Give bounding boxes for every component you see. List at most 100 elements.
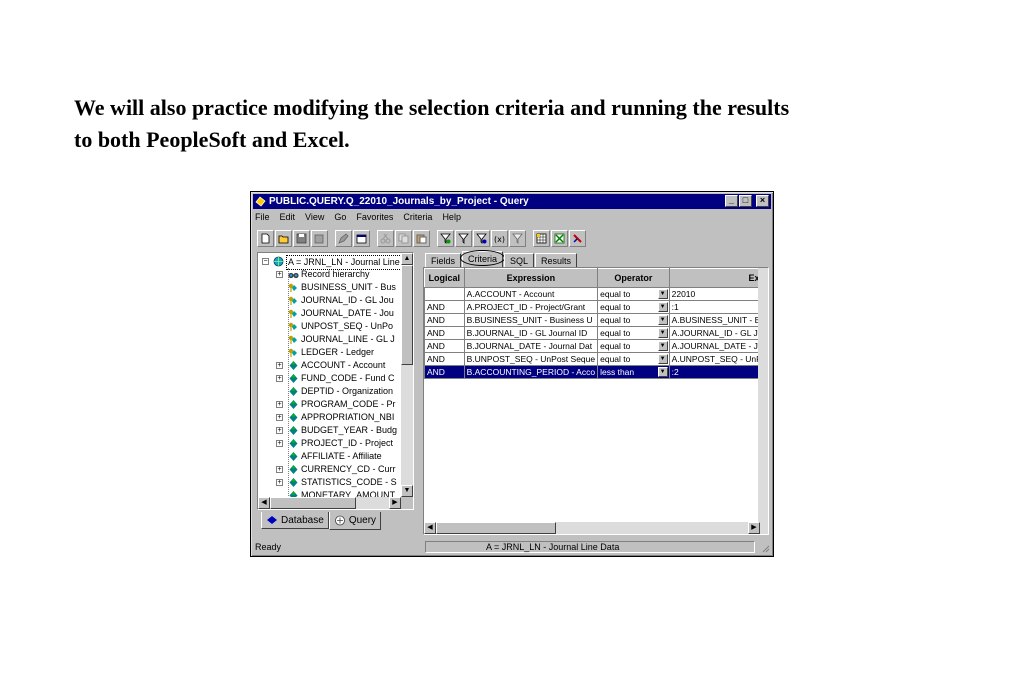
operator-dropdown-button[interactable]: ▼ [657, 315, 668, 325]
expression-cell[interactable]: B.JOURNAL_ID - GL Journal ID [463, 326, 599, 340]
operator-cell[interactable]: equal to ▼ [597, 352, 670, 366]
operator-cell[interactable]: less than ▼ [597, 365, 670, 379]
operator-cell[interactable]: equal to ▼ [597, 300, 670, 314]
operator-dropdown-button[interactable]: ▼ [657, 289, 668, 299]
tab-database[interactable]: Database [261, 512, 329, 529]
criteria-edit-button[interactable] [473, 229, 490, 247]
tree-scroll-thumb[interactable] [401, 265, 413, 365]
expression-cell[interactable]: B.UNPOST_SEQ - UnPost Seque [463, 352, 599, 366]
rename-button[interactable] [335, 229, 352, 247]
properties-button[interactable] [353, 229, 370, 247]
tab-results[interactable]: Results [535, 253, 578, 268]
tree-scroll-down-arrow[interactable]: ▼ [401, 485, 413, 497]
operator-dropdown-button[interactable]: ▼ [657, 367, 668, 377]
paste-button[interactable] [413, 229, 430, 247]
tree-expand-toggle[interactable]: + [276, 479, 283, 486]
tree-horizontal-scrollbar[interactable]: ◀ ▶ [258, 497, 401, 509]
criteria-row[interactable]: AND B.BUSINESS_UNIT - Business Uequal to ▼… [424, 313, 768, 327]
having-button[interactable] [509, 229, 526, 247]
expression-2-cell[interactable]: A.UNPOST_SEQ - UnP [668, 352, 768, 366]
criteria-button[interactable] [455, 229, 472, 247]
tree-expand-toggle[interactable]: + [276, 375, 283, 382]
grid-vertical-scrollbar[interactable] [758, 268, 768, 522]
minimize-button[interactable]: _ [725, 195, 738, 207]
tree-hscroll-thumb[interactable] [270, 497, 356, 509]
save-button[interactable] [293, 229, 310, 247]
tab-fields[interactable]: Fields [425, 253, 462, 268]
grid-scroll-right-arrow[interactable]: ▶ [748, 522, 760, 534]
menu-go[interactable]: Go [334, 210, 346, 224]
copy-button[interactable] [395, 229, 412, 247]
run-button[interactable] [533, 229, 550, 247]
tree-expand-toggle[interactable]: + [276, 466, 283, 473]
tree-expand-toggle[interactable]: + [276, 362, 283, 369]
logical-cell[interactable]: AND [424, 365, 465, 379]
logical-cell[interactable]: AND [424, 326, 465, 340]
tree-expand-toggle[interactable]: + [276, 414, 283, 421]
expression-2-cell[interactable]: 22010 [668, 287, 768, 301]
operator-dropdown-button[interactable]: ▼ [657, 328, 668, 338]
criteria-row[interactable]: AND B.ACCOUNTING_PERIOD - Acco less than ▼:… [424, 365, 768, 379]
operator-dropdown-button[interactable]: ▼ [657, 302, 668, 312]
tree-scroll-left-arrow[interactable]: ◀ [258, 497, 270, 509]
expression-cell[interactable]: A.ACCOUNT - Account [463, 287, 599, 301]
title-bar[interactable]: PUBLIC.QUERY.Q_22010_Journals_by_Project… [253, 194, 771, 209]
logical-cell[interactable]: AND [424, 300, 465, 314]
operator-cell[interactable]: equal to ▼ [597, 339, 670, 353]
maximize-button[interactable]: □ [739, 195, 752, 207]
resize-grip-icon[interactable] [760, 543, 770, 553]
grid-scroll-left-arrow[interactable]: ◀ [424, 522, 436, 534]
tree-expand-toggle[interactable]: + [276, 401, 283, 408]
record-tree[interactable]: − A = JRNL_LN - Journal Line + Record hie… [258, 253, 401, 497]
expression-cell[interactable]: B.ACCOUNTING_PERIOD - Acco [463, 365, 599, 379]
grid-horizontal-scrollbar[interactable]: ◀ ▶ [424, 522, 768, 534]
criteria-row[interactable]: AND A.PROJECT_ID - Project/Grant equal to ▼… [424, 300, 768, 314]
expression-2-cell[interactable]: A.BUSINESS_UNIT - Bu [668, 313, 768, 327]
operator-cell[interactable]: equal to ▼ [597, 313, 670, 327]
header-expression-2[interactable]: Exp [668, 268, 768, 288]
cut-button[interactable] [377, 229, 394, 247]
expression-2-cell[interactable]: :2 [668, 365, 768, 379]
close-button[interactable]: × [756, 195, 769, 207]
tab-criteria[interactable]: Criteria [460, 250, 506, 268]
tree-vertical-scrollbar[interactable]: ▲ ▼ [401, 253, 413, 497]
operator-cell[interactable]: equal to ▼ [597, 326, 670, 340]
expression-2-cell[interactable]: A.JOURNAL_ID - GL Jo [668, 326, 768, 340]
tree-scroll-right-arrow[interactable]: ▶ [389, 497, 401, 509]
tree-expand-toggle[interactable]: + [276, 440, 283, 447]
expression-cell[interactable]: B.BUSINESS_UNIT - Business U [463, 313, 599, 327]
operator-dropdown-button[interactable]: ▼ [657, 341, 668, 351]
menu-help[interactable]: Help [442, 210, 461, 224]
logical-cell[interactable]: AND [424, 313, 465, 327]
menu-file[interactable]: File [255, 210, 270, 224]
grid-hscroll-thumb[interactable] [436, 522, 556, 534]
criteria-row[interactable]: AND B.JOURNAL_DATE - Journal Dat equal to ▼… [424, 339, 768, 353]
expression-button[interactable]: (x) [491, 229, 508, 247]
header-logical[interactable]: Logical [424, 268, 465, 288]
open-button[interactable] [275, 229, 292, 247]
expression-cell[interactable]: A.PROJECT_ID - Project/Grant [463, 300, 599, 314]
criteria-row[interactable]: AND B.JOURNAL_ID - GL Journal ID equal to ▼… [424, 326, 768, 340]
tab-sql[interactable]: SQL [504, 253, 535, 268]
logical-cell[interactable]: AND [424, 352, 465, 366]
header-operator[interactable]: Operator [597, 268, 670, 288]
crystal-button[interactable] [569, 229, 586, 247]
menu-view[interactable]: View [305, 210, 324, 224]
expression-cell[interactable]: B.JOURNAL_DATE - Journal Dat [463, 339, 599, 353]
tab-query[interactable]: Query [328, 512, 382, 530]
run-to-excel-button[interactable] [551, 229, 568, 247]
operator-dropdown-button[interactable]: ▼ [657, 354, 668, 364]
save-as-button[interactable] [311, 229, 328, 247]
menu-edit[interactable]: Edit [280, 210, 296, 224]
tree-expand-toggle[interactable]: + [276, 427, 283, 434]
header-expression[interactable]: Expression [463, 268, 599, 288]
expression-2-cell[interactable]: A.JOURNAL_DATE - Jo [668, 339, 768, 353]
add-criteria-button[interactable] [437, 229, 454, 247]
tree-collapse-toggle[interactable]: − [262, 258, 269, 265]
logical-cell[interactable]: AND [424, 339, 465, 353]
tree-expand-toggle[interactable]: + [276, 271, 283, 278]
new-button[interactable] [257, 229, 274, 247]
expression-2-cell[interactable]: :1 [668, 300, 768, 314]
logical-cell[interactable] [424, 287, 465, 301]
operator-cell[interactable]: equal to ▼ [597, 287, 670, 301]
